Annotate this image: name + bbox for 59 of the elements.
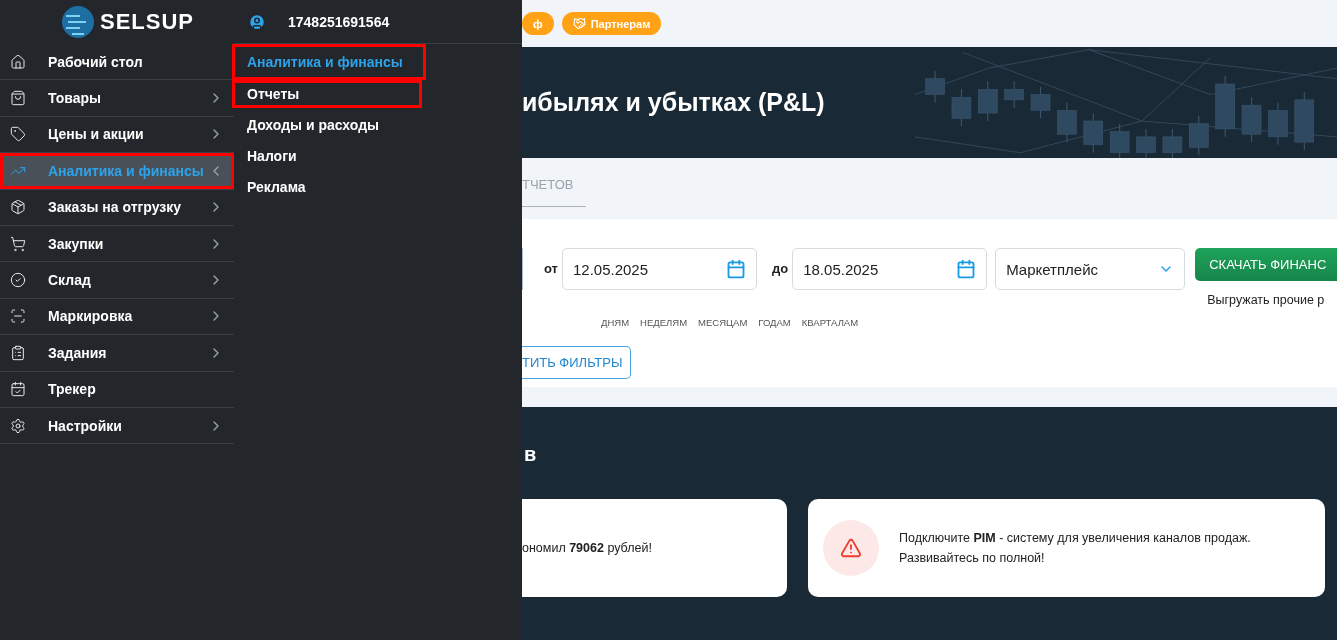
- from-label: от: [544, 261, 558, 276]
- candlestick: [1136, 128, 1156, 158]
- checklist-icon: [10, 344, 26, 361]
- warning-icon: [840, 537, 862, 559]
- period-link[interactable]: ГОДАМ: [758, 317, 791, 328]
- section-heading: в: [524, 443, 538, 466]
- candlestick: [1268, 101, 1288, 146]
- globe-logo-icon: [60, 4, 96, 40]
- reset-filters-button[interactable]: ТИТЬ ФИЛЬТРЫ: [522, 346, 631, 379]
- sidebar-item[interactable]: Товары: [0, 80, 234, 117]
- scan-icon: [10, 308, 26, 325]
- calendar-icon: [726, 259, 746, 279]
- period-link[interactable]: ДНЯМ: [601, 317, 630, 328]
- page-title: ибылях и убытках (P&L): [522, 88, 825, 117]
- candlestick: [1162, 128, 1183, 158]
- candlestick: [1294, 91, 1315, 151]
- marketplace-select[interactable]: Маркетплейс: [995, 248, 1186, 290]
- candlestick: [1215, 75, 1235, 138]
- to-label: до: [772, 261, 789, 276]
- period-link[interactable]: МЕСЯЦАМ: [698, 317, 748, 328]
- candlestick: [1189, 115, 1209, 156]
- bag-icon: [10, 90, 26, 107]
- candlestick: [1083, 112, 1104, 154]
- user-icon: [248, 12, 266, 31]
- sidebar-item[interactable]: Трекер: [0, 371, 234, 408]
- handshake-icon: [572, 17, 586, 30]
- candlestick: [925, 70, 945, 104]
- tip-text: ономил 79062 рублей!: [522, 540, 652, 557]
- submenu-item[interactable]: Налоги: [232, 142, 422, 170]
- download-button[interactable]: СКАЧАТЬ ФИНАНС: [1195, 248, 1337, 281]
- candlestick: [1030, 86, 1051, 119]
- submenu-title: Аналитика и финансы: [232, 44, 426, 80]
- check-circle-icon: [10, 272, 26, 289]
- submenu-item[interactable]: Доходы и расходы: [232, 111, 422, 139]
- tag-icon: [10, 126, 26, 143]
- submenu-item[interactable]: Реклама: [232, 173, 422, 201]
- candlestick: [1057, 101, 1077, 143]
- candlestick: [1004, 80, 1024, 109]
- calendar-check-icon: [10, 381, 26, 398]
- tip-text: Подключите PIM - систему для увеличения каналов продаж. Развивайтесь по полной!: [899, 530, 1251, 567]
- period-link[interactable]: КВАРТАЛАМ: [801, 317, 859, 328]
- submenu-item[interactable]: Отчеты: [232, 80, 422, 108]
- candlestick: [1241, 96, 1262, 143]
- sidebar-item[interactable]: Заказы на отгрузку: [0, 189, 234, 226]
- candlestick: [1109, 123, 1130, 158]
- candlestick: [951, 88, 972, 127]
- calendar-icon: [956, 259, 977, 279]
- settings-icon: [10, 417, 26, 434]
- account-number: 1748251691564: [288, 13, 390, 30]
- date-field[interactable]: 18.05.2025: [792, 248, 988, 290]
- sidebar-item[interactable]: Рабочий стол: [0, 44, 234, 81]
- download-note: Выгружать прочие р: [1207, 293, 1326, 307]
- cart-icon: [10, 235, 26, 252]
- period-link[interactable]: НЕДЕЛЯМ: [640, 317, 688, 328]
- box-icon: [10, 199, 26, 216]
- date-field[interactable]: 12.05.2025: [562, 248, 757, 290]
- candlestick: [978, 80, 998, 122]
- logo-text: SELSUP: [100, 9, 194, 35]
- home-icon: [10, 53, 26, 70]
